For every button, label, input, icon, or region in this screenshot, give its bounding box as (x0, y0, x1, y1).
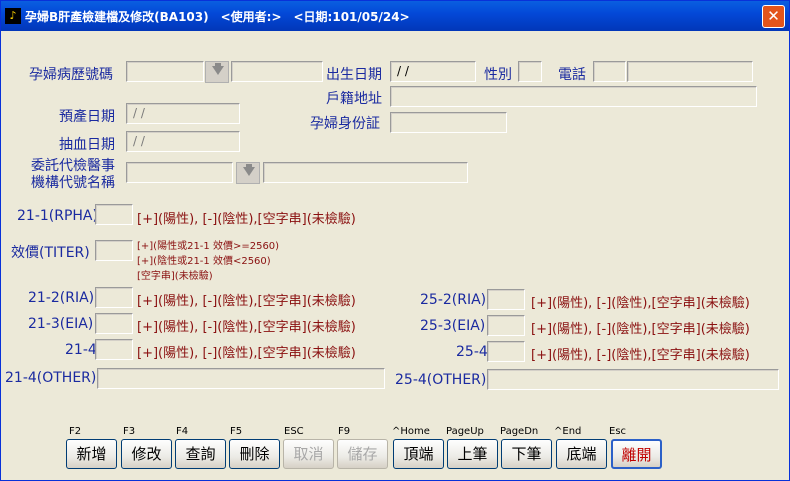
address-input[interactable] (390, 86, 757, 107)
t254-other-label: 25-4(OTHER) (395, 372, 487, 388)
record-no-label: 孕婦病歷號碼 (29, 67, 113, 83)
phone-area-input[interactable] (593, 61, 626, 82)
titer-hint-3: [空字串](未檢驗) (137, 271, 213, 282)
t254-other-input[interactable] (487, 369, 779, 390)
t214-input[interactable] (95, 339, 133, 360)
blood-date-label: 抽血日期 (59, 137, 115, 153)
rpha-hint: [+](陽性), [-](陰性),[空字串](未檢驗) (137, 212, 356, 227)
t254-label: 25-4 (456, 344, 488, 360)
delete-button[interactable]: 刪除 (229, 439, 280, 469)
key-hint-top: ^Home (392, 426, 430, 437)
key-hint-cancel: ESC (284, 426, 304, 437)
main-window: ♪ 孕婦B肝產檢建檔及修改(BA103) <使用者:> <日期:101/05/2… (0, 0, 790, 481)
eia25-label: 25-3(EIA) (420, 318, 486, 334)
ria25-input[interactable] (487, 289, 525, 310)
titer-hint-2: [+](陰性或21-1 效價<2560) (137, 256, 271, 267)
edit-button[interactable]: 修改 (121, 439, 172, 469)
address-label: 戶籍地址 (326, 91, 382, 107)
ria-hint: [+](陽性), [-](陰性),[空字串](未檢驗) (137, 294, 356, 309)
key-hint-new: F2 (69, 426, 82, 437)
key-hint-delete: F5 (230, 426, 243, 437)
rpha-input[interactable] (95, 204, 133, 225)
next-record-button[interactable]: 下筆 (501, 439, 552, 469)
titer-label: 效價(TITER) (11, 245, 90, 261)
t214-hint: [+](陽性), [-](陰性),[空字串](未檢驗) (137, 346, 356, 361)
new-button[interactable]: 新增 (66, 439, 117, 469)
titer-input[interactable] (95, 240, 133, 261)
eia-hint: [+](陽性), [-](陰性),[空字串](未檢驗) (137, 320, 356, 335)
due-date-label: 預產日期 (59, 109, 115, 125)
eia-input[interactable] (95, 313, 133, 334)
agency-dropdown-button[interactable] (236, 162, 260, 184)
rpha-label: 21-1(RPHA) (17, 208, 98, 224)
gender-input[interactable] (518, 61, 542, 82)
eia25-hint: [+](陽性), [-](陰性),[空字串](未檢驗) (531, 322, 750, 337)
cancel-button[interactable]: 取消 (283, 439, 334, 469)
query-button[interactable]: 查詢 (175, 439, 226, 469)
eia25-input[interactable] (487, 315, 525, 336)
titer-hint-1: [+](陽性或21-1 效價>=2560) (137, 241, 280, 252)
save-button[interactable]: 儲存 (337, 439, 388, 469)
blood-date-input[interactable]: / / (126, 131, 240, 152)
t254-input[interactable] (487, 341, 525, 362)
key-hint-prev: PageUp (446, 426, 484, 437)
key-hint-exit: Esc (609, 426, 627, 437)
due-date-input[interactable]: / / (126, 103, 240, 124)
t254-hint: [+](陽性), [-](陰性),[空字串](未檢驗) (531, 348, 750, 363)
id-label: 孕婦身份証 (310, 116, 380, 132)
record-no-dropdown-button[interactable] (205, 61, 229, 83)
app-icon: ♪ (5, 8, 21, 24)
ria-label: 21-2(RIA) (28, 290, 95, 306)
close-button[interactable]: ✕ (762, 5, 785, 28)
phone-number-input[interactable] (627, 61, 753, 82)
ria25-label: 25-2(RIA) (420, 292, 487, 308)
bottom-button[interactable]: 底端 (556, 439, 607, 469)
agency-label-line2: 機構代號名稱 (31, 175, 115, 191)
record-name-field[interactable] (231, 61, 323, 82)
t214-other-input[interactable] (97, 368, 385, 389)
agency-code-input[interactable] (126, 162, 233, 183)
key-hint-query: F4 (176, 426, 189, 437)
birth-date-input[interactable]: / / (390, 61, 476, 82)
prev-record-button[interactable]: 上筆 (447, 439, 498, 469)
key-hint-save: F9 (338, 426, 351, 437)
window-title: 孕婦B肝產檢建檔及修改(BA103) <使用者:> <日期:101/05/24> (25, 10, 410, 24)
eia-label: 21-3(EIA) (28, 316, 94, 332)
ria25-hint: [+](陽性), [-](陰性),[空字串](未檢驗) (531, 296, 750, 311)
ria-input[interactable] (95, 287, 133, 308)
record-no-input[interactable] (126, 61, 204, 82)
t214-label: 21-4 (65, 342, 97, 358)
t214-other-label: 21-4(OTHER) (5, 370, 97, 386)
key-hint-bottom: ^End (554, 426, 582, 437)
top-button[interactable]: 頂端 (393, 439, 444, 469)
title-bar: ♪ 孕婦B肝產檢建檔及修改(BA103) <使用者:> <日期:101/05/2… (1, 1, 789, 31)
key-hint-next: PageDn (500, 426, 539, 437)
gender-label: 性別 (484, 67, 512, 83)
birth-date-label: 出生日期 (326, 67, 382, 83)
key-hint-edit: F3 (123, 426, 136, 437)
id-input[interactable] (390, 112, 507, 133)
exit-button[interactable]: 離開 (611, 439, 662, 469)
agency-name-field[interactable] (263, 162, 468, 183)
phone-label: 電話 (558, 67, 586, 83)
